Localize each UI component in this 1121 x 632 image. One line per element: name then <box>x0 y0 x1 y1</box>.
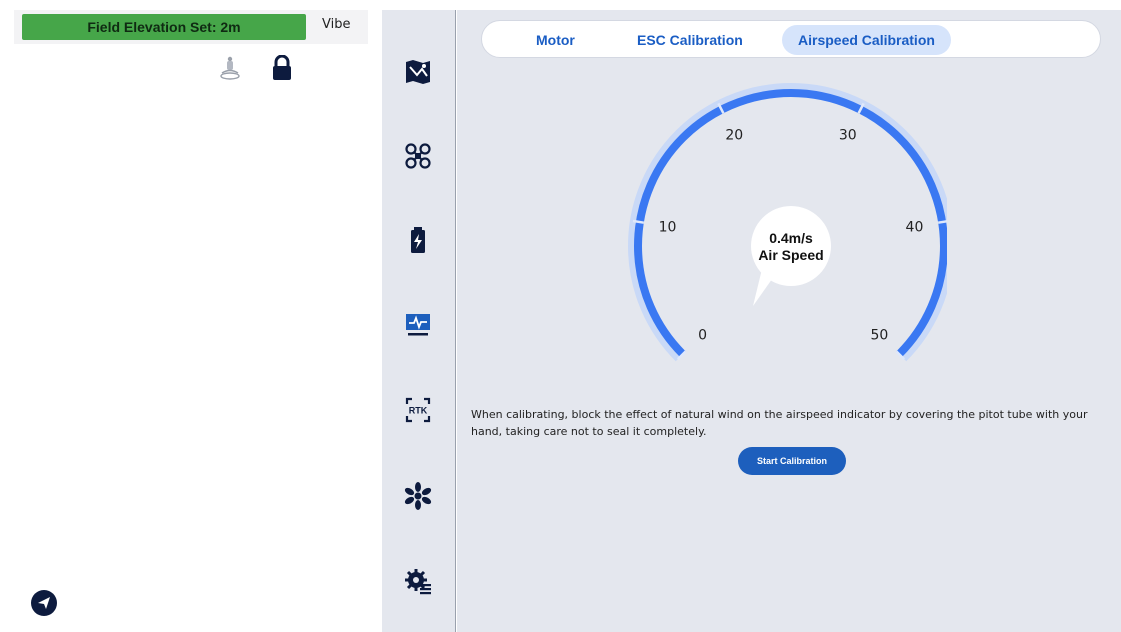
calibration-panel: Motor ESC Calibration Airspeed Calibrati… <box>457 10 1121 632</box>
tab-esc-calibration[interactable]: ESC Calibration <box>621 25 759 55</box>
status-icons <box>218 54 292 87</box>
app-root: Field Elevation Set: 2m Vibe RTK Motor E… <box>0 0 1121 632</box>
drone-status-icon[interactable] <box>218 54 242 87</box>
propeller-icon[interactable] <box>402 480 434 512</box>
gauge-tick-label: 10 <box>659 219 677 235</box>
map-panel[interactable]: Field Elevation Set: 2m Vibe <box>0 0 382 632</box>
gauge-tick-label: 40 <box>906 219 924 235</box>
map-icon[interactable] <box>402 56 434 88</box>
airspeed-gauge: 0.4m/s Air Speed 0 10 20 30 40 50 <box>628 83 947 362</box>
gauge-tick <box>632 219 645 224</box>
calibration-instruction: When calibrating, block the effect of na… <box>471 408 1088 438</box>
tab-airspeed-calibration[interactable]: Airspeed Calibration <box>782 25 951 55</box>
drone-icon[interactable] <box>402 140 434 172</box>
gauge-tick-label: 50 <box>870 327 888 343</box>
gauge-tick-label: 30 <box>839 128 857 144</box>
gauge-value: 0.4m/s <box>769 230 813 246</box>
gauge-tick-label: 20 <box>725 128 743 144</box>
lock-icon[interactable] <box>272 54 292 86</box>
tab-motor[interactable]: Motor <box>520 25 591 55</box>
gauge-tick-label: 0 <box>698 327 707 343</box>
send-icon[interactable] <box>31 590 57 616</box>
vibe-button[interactable]: Vibe <box>322 17 350 32</box>
start-calibration-button[interactable]: Start Calibration <box>738 447 846 475</box>
battery-icon[interactable] <box>402 224 434 256</box>
rtk-icon[interactable]: RTK <box>402 394 434 426</box>
rtk-label: RTK <box>409 406 428 416</box>
side-nav: RTK <box>382 10 456 632</box>
tab-bar: Motor ESC Calibration Airspeed Calibrati… <box>481 20 1101 58</box>
monitor-icon[interactable] <box>402 308 434 340</box>
gauge-center-bubble <box>751 206 831 286</box>
gauge-tick <box>937 220 947 224</box>
settings-icon[interactable] <box>402 566 434 598</box>
field-elevation-badge[interactable]: Field Elevation Set: 2m <box>22 14 306 40</box>
gauge-caption: Air Speed <box>758 247 823 263</box>
